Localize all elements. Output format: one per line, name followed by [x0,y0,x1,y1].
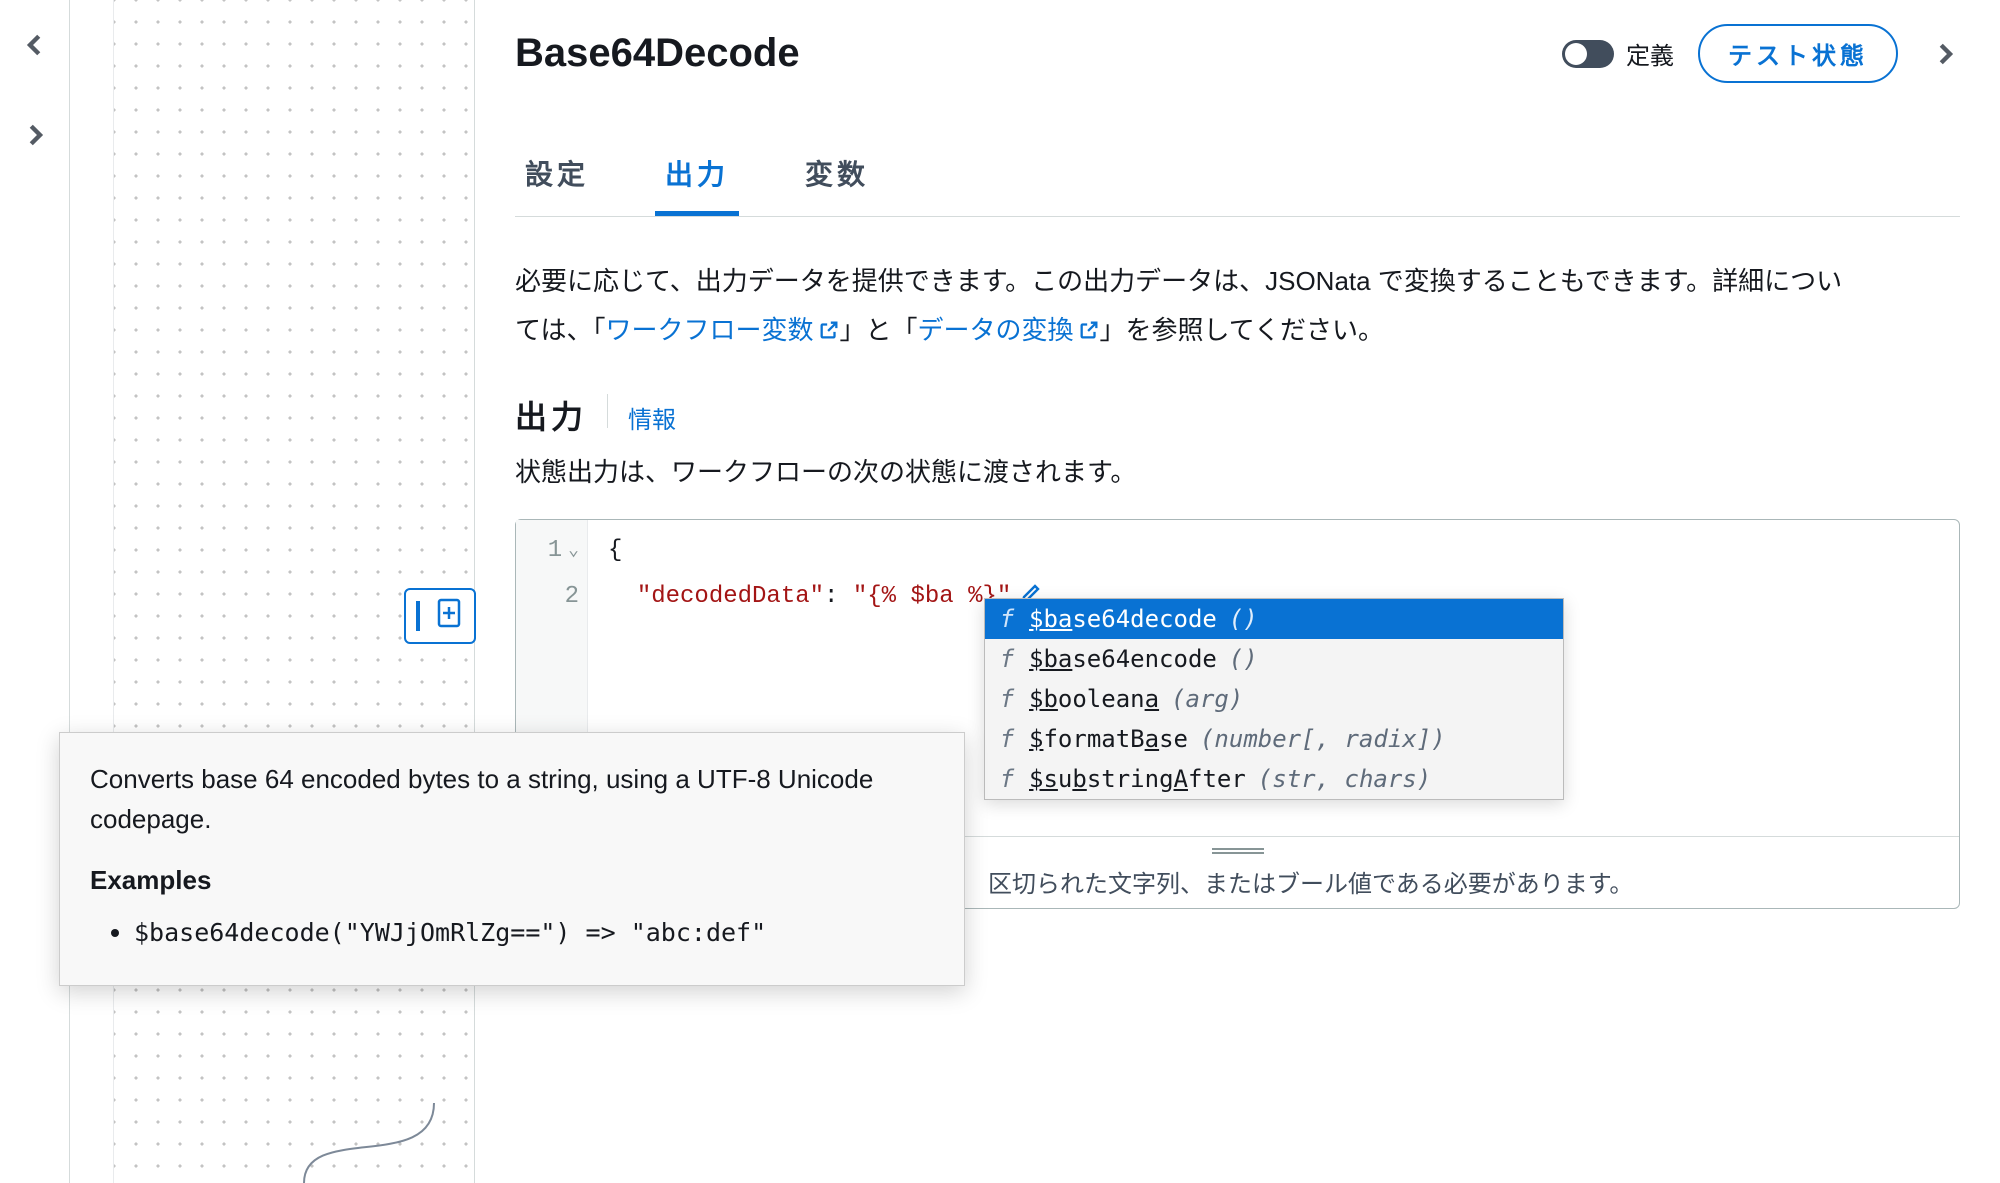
drag-handle-icon[interactable] [416,601,420,631]
tab-settings[interactable]: 設定 [515,153,599,216]
output-tab-description: 必要に応じて、出力データを提供できます。この出力データは、JSONata で変換… [515,257,1855,356]
autocomplete-popup[interactable]: f $base64decode () f $base64encode () f $bool… [984,598,1564,800]
autocomplete-signature: () [1229,605,1258,633]
tab-output[interactable]: 出力 [655,153,739,216]
output-heading: 出力 [515,392,587,438]
autocomplete-item[interactable]: f $base64encode () [985,639,1563,679]
autocomplete-signature: () [1229,645,1258,673]
tooltip-examples-heading: Examples [90,860,934,900]
page-title: Base64Decode [515,31,1538,76]
tooltip-example: $base64decode("YWJjOmRlZg==") => "abc:de… [134,912,934,953]
autocomplete-kind-icon: f [997,725,1017,753]
external-link-icon [818,319,840,341]
state-config-panel: Base64Decode 定義 テスト状態 設定 出力 変数 必要に応じて、出力… [475,0,2000,1183]
canvas-connector [294,1103,444,1183]
autocomplete-name: $base64decode [1029,605,1217,633]
output-info-link[interactable]: 情報 [628,400,676,435]
definition-toggle-label: 定義 [1626,36,1674,71]
tooltip-description: Converts base 64 encoded bytes to a stri… [90,759,934,840]
test-state-button[interactable]: テスト状態 [1698,24,1898,83]
autocomplete-signature: (number[, radix]) [1200,725,1446,753]
workflow-variables-link[interactable]: ワークフロー変数 [605,315,839,345]
toggle-track-icon[interactable] [1562,40,1614,68]
autocomplete-item[interactable]: f $booleana (arg) [985,679,1563,719]
chevron-right-icon[interactable] [20,120,50,150]
autocomplete-kind-icon: f [997,685,1017,713]
output-subtext: 状態出力は、ワークフローの次の状態に渡されます。 [515,452,1960,489]
chevron-left-icon[interactable] [20,30,50,60]
autocomplete-name: $booleana [1029,685,1159,713]
panel-next-icon[interactable] [1930,39,1960,69]
autocomplete-item[interactable]: f $substringAfter (str, chars) [985,759,1563,799]
autocomplete-kind-icon: f [997,605,1017,633]
config-tabs: 設定 出力 変数 [515,153,1960,217]
data-transform-link[interactable]: データの変換 [918,315,1100,345]
output-heading-row: 出力 情報 [515,392,1960,438]
fold-caret-icon[interactable]: ⌄ [568,528,579,574]
autocomplete-name: $base64encode [1029,645,1217,673]
panel-header: Base64Decode 定義 テスト状態 [515,24,1960,83]
canvas-card-edge [70,0,114,1183]
definition-toggle[interactable]: 定義 [1562,36,1674,71]
autocomplete-item[interactable]: f $formatBase (number[, radix]) [985,719,1563,759]
function-doc-tooltip: Converts base 64 encoded bytes to a stri… [59,732,965,986]
external-link-icon [1078,319,1100,341]
workflow-canvas[interactable] [70,0,475,1183]
autocomplete-signature: (arg) [1171,685,1243,713]
tab-variables[interactable]: 変数 [795,153,879,216]
canvas-insert-handle[interactable] [404,588,476,644]
autocomplete-kind-icon: f [997,645,1017,673]
autocomplete-name: $substringAfter [1029,765,1246,793]
autocomplete-kind-icon: f [997,765,1017,793]
insert-state-icon[interactable] [434,598,464,634]
autocomplete-name: $formatBase [1029,725,1188,753]
autocomplete-signature: (str, chars) [1258,765,1431,793]
left-nav-column [0,0,70,1183]
autocomplete-item[interactable]: f $base64decode () [985,599,1563,639]
resize-grip-icon[interactable] [1212,848,1264,854]
